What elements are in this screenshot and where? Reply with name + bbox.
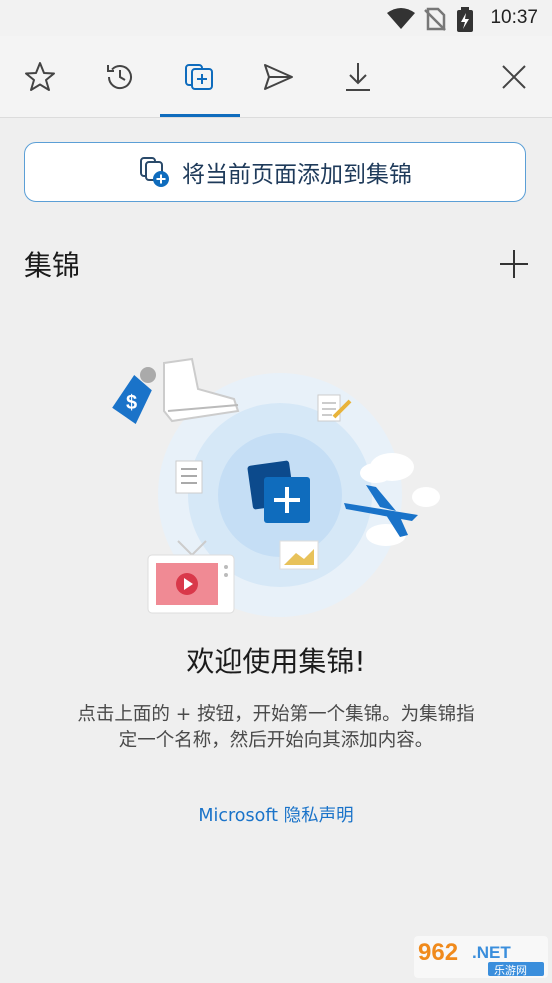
empty-state-description: 点击上面的 + 按钮，开始第一个集锦。为集锦指定一个名称，然后开始向其添加内容。 xyxy=(77,704,475,751)
watermark-logo: 962 .NET 乐游网 xyxy=(414,936,548,978)
hub-toolbar xyxy=(0,36,552,118)
wifi-icon xyxy=(387,8,415,29)
collections-illustration: $ xyxy=(112,357,440,617)
star-icon xyxy=(25,61,55,91)
download-icon xyxy=(346,62,370,91)
no-sim-icon xyxy=(424,7,446,31)
send-icon xyxy=(264,63,293,90)
add-to-collection-icon xyxy=(140,157,169,187)
tab-history[interactable] xyxy=(80,36,160,117)
welcome-heading: 欢迎使用集锦! xyxy=(186,645,366,678)
add-collection-plus-icon[interactable] xyxy=(496,246,532,282)
site-watermark: 962 .NET 乐游网 xyxy=(414,936,548,978)
close-button[interactable] xyxy=(474,36,552,117)
add-current-page-label: 将当前页面添加到集锦 xyxy=(182,162,412,188)
collections-title: 集锦 xyxy=(24,249,81,282)
add-current-page-button[interactable]: 将当前页面添加到集锦 xyxy=(24,142,526,202)
tab-favorites[interactable] xyxy=(0,36,80,117)
history-icon xyxy=(107,64,132,89)
tab-share[interactable] xyxy=(238,36,318,117)
svg-text:$: $ xyxy=(126,392,137,414)
price-tag-icon: $ xyxy=(112,367,156,425)
privacy-statement-link[interactable]: Microsoft 隐私声明 xyxy=(0,802,552,827)
status-bar: 10:37 xyxy=(0,0,552,36)
tab-collections[interactable] xyxy=(160,36,240,117)
collections-icon xyxy=(185,63,213,90)
svg-text:962: 962 xyxy=(418,939,458,966)
document-icon xyxy=(175,460,203,494)
svg-text:.NET: .NET xyxy=(472,943,511,962)
status-time: 10:37 xyxy=(490,7,538,28)
close-icon xyxy=(502,64,526,89)
tab-downloads[interactable] xyxy=(318,36,398,117)
svg-text:乐游网: 乐游网 xyxy=(494,964,527,977)
image-icon xyxy=(279,540,319,570)
battery-charging-icon xyxy=(457,7,473,32)
